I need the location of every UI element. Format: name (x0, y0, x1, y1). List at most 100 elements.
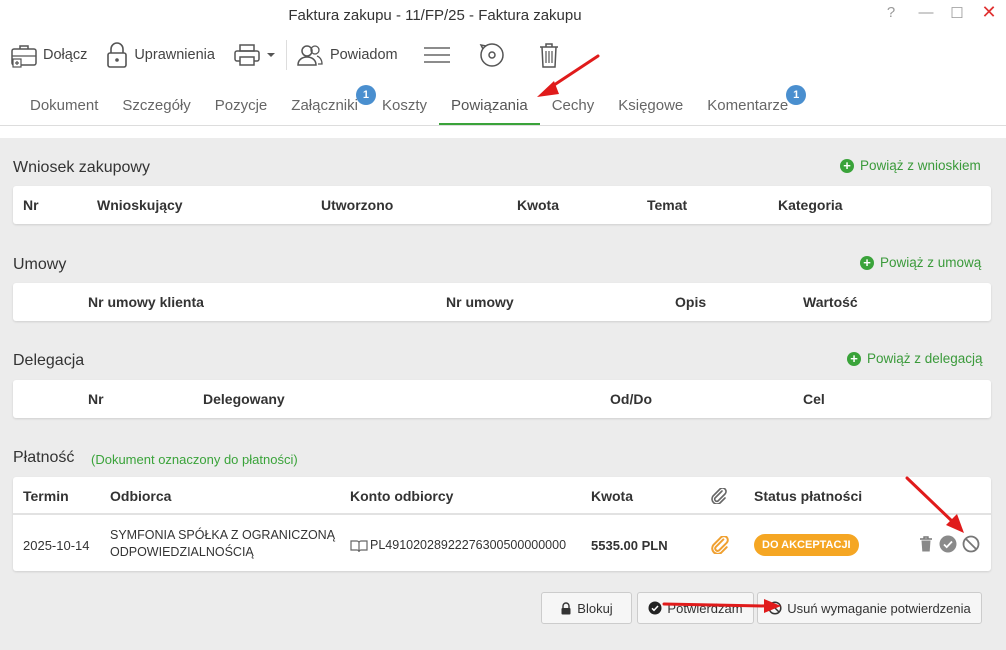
tab-label: Cechy (551, 97, 595, 114)
due-date: 2025-10-14 (23, 538, 90, 553)
link-label: Powiąż z delegacją (867, 351, 983, 366)
toolbar-divider (285, 40, 287, 70)
column-header: Od/Do (610, 391, 652, 407)
users-icon (297, 45, 323, 66)
help-icon[interactable]: ? (881, 4, 901, 21)
purchase-request-table: Nr Wnioskujący Utworzono Kwota Temat Kat… (13, 186, 991, 224)
trash-icon[interactable] (917, 535, 935, 553)
tab-label: Koszty (381, 97, 427, 114)
column-header: Utworzono (321, 197, 394, 213)
column-header: Wnioskujący (97, 197, 183, 213)
confirm-button[interactable]: Potwierdzam (637, 592, 754, 624)
link-label: Powiąż z umową (880, 255, 982, 270)
lock-icon (561, 601, 571, 614)
title-bar: Faktura zakupu - 11/FP/25 - Faktura zaku… (0, 0, 1006, 32)
notify-button[interactable]: Powiadom (291, 35, 402, 75)
remove-requirement-icon[interactable] (962, 535, 980, 553)
trash-icon (539, 43, 558, 68)
column-header: Nr umowy klienta (88, 294, 204, 310)
column-header: Delegowany (203, 391, 285, 407)
lock-icon (107, 42, 128, 68)
column-header: Nr (23, 197, 39, 213)
attach-button[interactable]: Dołącz (6, 35, 91, 75)
tab-dokument[interactable]: Dokument (18, 97, 110, 125)
plus-icon: + (847, 351, 861, 366)
column-header: Opis (675, 294, 707, 310)
tab-label: Powiązania (450, 97, 528, 114)
check-circle-icon (648, 601, 662, 615)
tab-ksiegowe[interactable]: Księgowe (606, 97, 695, 125)
confirm-check-icon[interactable] (939, 535, 957, 553)
block-label: Blokuj (577, 600, 613, 616)
notify-label: Powiadom (329, 47, 398, 63)
tab-szczegoly[interactable]: Szczegóły (110, 97, 202, 125)
payment-note: (Dokument oznaczony do płatności) (91, 452, 298, 467)
hamburger-icon (423, 47, 450, 63)
column-header: Kwota (591, 488, 633, 504)
close-icon[interactable]: ✕ (979, 2, 999, 23)
column-header: Status płatności (754, 488, 863, 504)
link-delegation-button[interactable]: + Powiąż z delegacją (847, 351, 983, 366)
menu-button[interactable] (418, 35, 456, 75)
recipient-line: SYMFONIA SPÓŁKA Z OGRANICZONĄ (110, 528, 336, 542)
link-label: Powiąż z wnioskiem (860, 158, 981, 173)
tab-cechy[interactable]: Cechy (540, 97, 607, 125)
section-title-purchase-request: Wniosek zakupowy (13, 159, 150, 176)
column-header: Konto odbiorcy (350, 488, 454, 504)
column-header: Odbiorca (110, 488, 172, 504)
column-header: Kategoria (778, 197, 843, 213)
section-title-delegation: Delegacja (13, 352, 85, 369)
permissions-button[interactable]: Uprawnienia (101, 35, 219, 75)
section-title-contracts: Umowy (13, 256, 67, 273)
column-header: Termin (23, 488, 69, 504)
block-button[interactable]: Blokuj (541, 592, 632, 624)
delete-button[interactable] (534, 35, 564, 75)
toolbar: Dołącz Uprawnienia Powiadom (0, 32, 1006, 78)
window-title: Faktura zakupu - 11/FP/25 - Faktura zaku… (288, 7, 582, 24)
maximize-icon[interactable]: ☐ (947, 4, 967, 22)
attachment-icon[interactable] (710, 536, 730, 554)
column-header: Temat (647, 197, 688, 213)
confirm-label: Potwierdzam (667, 600, 743, 616)
tab-powiazania[interactable]: Powiązania (438, 97, 540, 125)
tab-zalaczniki[interactable]: Załączniki 1 (279, 85, 376, 125)
tab-label: Pozycje (214, 97, 268, 114)
printer-icon (234, 44, 260, 66)
payment-table: Termin Odbiorca Konto odbiorcy Kwota Sta… (13, 477, 991, 571)
tab-label: Komentarze (707, 97, 789, 114)
column-header: Cel (803, 391, 825, 407)
tab-pozycje[interactable]: Pozycje (203, 97, 280, 125)
account-number: PL49102028922276300500000000 (370, 538, 567, 552)
history-button[interactable] (474, 35, 510, 75)
print-button[interactable] (229, 35, 280, 75)
tab-koszty[interactable]: Koszty (370, 97, 439, 125)
tab-label: Księgowe (618, 97, 684, 114)
section-title-payment: Płatność (13, 449, 75, 466)
ban-icon (768, 601, 782, 615)
minimize-icon[interactable]: — (916, 4, 936, 21)
status-badge: DO AKCEPTACJI (754, 534, 859, 556)
tab-komentarze[interactable]: Komentarze 1 (695, 85, 807, 125)
book-icon[interactable] (350, 539, 368, 553)
history-icon (479, 43, 504, 67)
remove-requirement-button[interactable]: Usuń wymaganie potwierdzenia (757, 592, 982, 624)
tab-count-badge: 1 (786, 85, 807, 105)
tab-bar: Dokument Szczegóły Pozycje Załączniki 1 K… (0, 78, 1006, 126)
attach-icon (11, 45, 37, 68)
column-header: Kwota (517, 197, 559, 213)
plus-icon: + (860, 255, 874, 270)
recipient-line: ODPOWIEDZIALNOŚCIĄ (110, 545, 254, 559)
column-header: Wartość (803, 294, 858, 310)
link-purchase-request-button[interactable]: + Powiąż z wnioskiem (840, 158, 981, 173)
link-contract-button[interactable]: + Powiąż z umową (860, 255, 981, 270)
recipient: SYMFONIA SPÓŁKA Z OGRANICZONĄ ODPOWIEDZI… (110, 527, 335, 561)
permissions-label: Uprawnienia (134, 47, 215, 63)
chevron-down-icon[interactable] (266, 51, 276, 59)
attach-label: Dołącz (43, 47, 88, 63)
remove-requirement-label: Usuń wymaganie potwierdzenia (787, 600, 971, 616)
content-area: Wniosek zakupowy + Powiąż z wnioskiem Nr… (0, 138, 1006, 650)
tab-label: Dokument (30, 97, 99, 114)
contracts-table: Nr umowy klienta Nr umowy Opis Wartość (13, 283, 991, 321)
amount: 5535.00 PLN (591, 538, 668, 553)
column-header: Nr (88, 391, 104, 407)
